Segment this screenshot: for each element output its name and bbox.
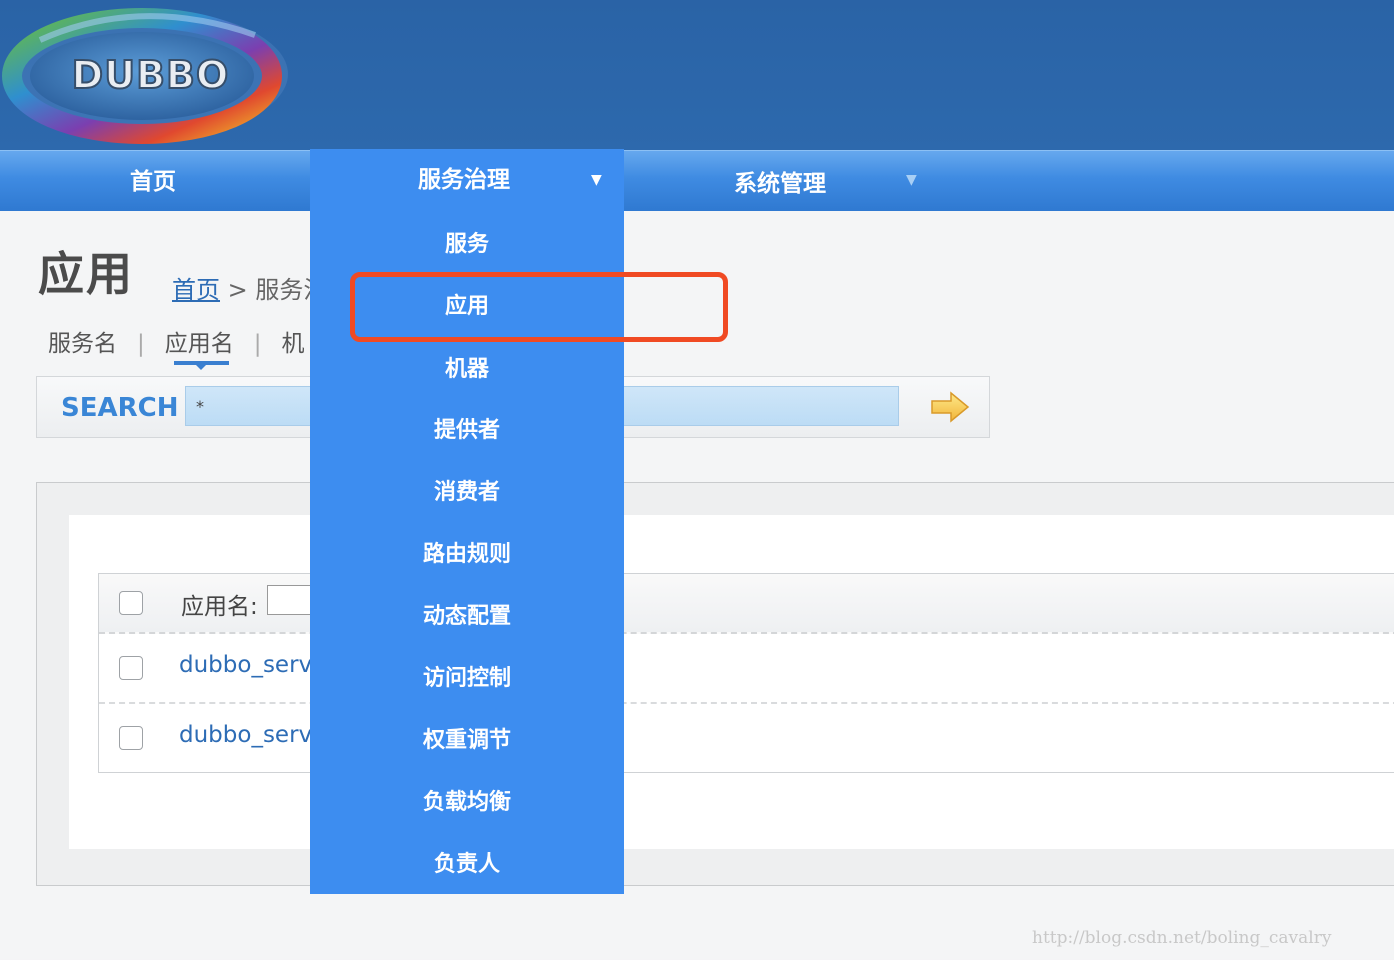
table-row: dubbo_servi xyxy=(99,634,1394,704)
chevron-down-icon: ▼ xyxy=(906,172,917,188)
table-header-row: 应用名: xyxy=(99,574,1394,634)
chevron-down-icon: ▼ xyxy=(591,172,602,188)
watermark: http://blog.csdn.net/boling_cavalry xyxy=(1032,928,1332,948)
tab-service-name[interactable]: 服务名 xyxy=(48,331,117,357)
nav-service-governance[interactable]: 服务治理 ▼ xyxy=(310,149,624,211)
menu-item-weight[interactable]: 权重调节 xyxy=(310,710,624,772)
active-tab-indicator xyxy=(174,361,229,370)
nav-home[interactable]: 首页 xyxy=(40,151,266,211)
main-nav: 首页 服务治理 ▼ 系统管理 ▼ xyxy=(0,149,1394,213)
highlight-annotation-box xyxy=(350,272,728,342)
tab-app-name[interactable]: 应用名 xyxy=(165,331,234,357)
tab-separator: | xyxy=(253,331,262,357)
menu-item-machine[interactable]: 机器 xyxy=(310,339,624,401)
column-header-app-name: 应用名: xyxy=(181,594,258,620)
tab-separator: | xyxy=(137,331,145,357)
breadcrumb-separator: > xyxy=(227,276,248,304)
menu-item-owner[interactable]: 负责人 xyxy=(310,834,624,896)
app-header: DUBBO xyxy=(0,0,1394,150)
app-name-link[interactable]: dubbo_servi xyxy=(179,652,319,678)
select-all-checkbox[interactable] xyxy=(119,591,143,615)
menu-item-consumer[interactable]: 消费者 xyxy=(310,462,624,524)
menu-item-routing-rules[interactable]: 路由规则 xyxy=(310,524,624,586)
breadcrumb: 首页 > 服务治 xyxy=(172,270,327,305)
nav-service-governance-label: 服务治理 xyxy=(418,167,510,193)
row-checkbox[interactable] xyxy=(119,726,143,750)
table-row: dubbo_servi xyxy=(99,704,1394,772)
dubbo-logo[interactable]: DUBBO xyxy=(0,0,300,150)
menu-item-service[interactable]: 服务 xyxy=(310,214,624,276)
menu-item-load-balance[interactable]: 负载均衡 xyxy=(310,772,624,834)
menu-item-dynamic-config[interactable]: 动态配置 xyxy=(310,586,624,648)
menu-item-provider[interactable]: 提供者 xyxy=(310,400,624,462)
row-checkbox[interactable] xyxy=(119,656,143,680)
app-name-link[interactable]: dubbo_servi xyxy=(179,722,319,748)
search-tabs: 服务名 | 应用名 | 机 xyxy=(48,324,305,358)
logo-text: DUBBO xyxy=(71,52,230,98)
breadcrumb-home-link[interactable]: 首页 xyxy=(172,276,220,304)
arrow-right-icon[interactable] xyxy=(929,389,971,425)
nav-system-management[interactable]: 系统管理 ▼ xyxy=(734,153,934,213)
app-table: 应用名: dubbo_servi dubbo_servi xyxy=(98,573,1394,773)
search-label: SEARCH xyxy=(61,393,179,423)
nav-system-management-label: 系统管理 xyxy=(734,171,826,197)
tab-machine[interactable]: 机 xyxy=(282,331,305,357)
page-title: 应用 xyxy=(38,247,134,301)
menu-item-access-control[interactable]: 访问控制 xyxy=(310,648,624,710)
